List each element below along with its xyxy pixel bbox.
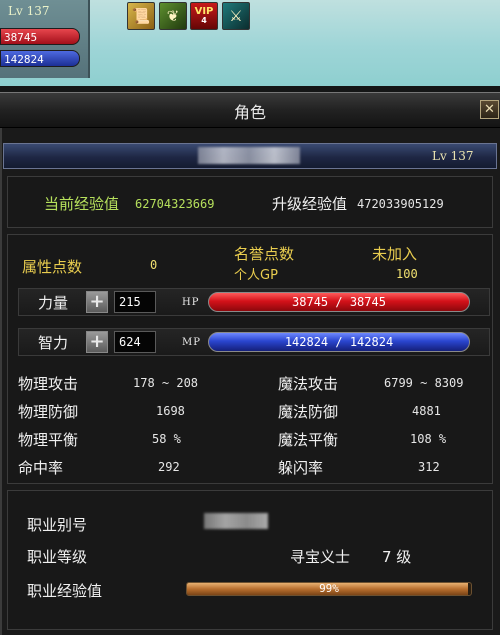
hud-hp-bar: 38745 — [0, 28, 80, 45]
stat-label: 躲闪率 — [278, 459, 324, 477]
stat-value: 292 — [158, 460, 180, 474]
attribute-points-value: 0 — [150, 258, 158, 272]
attribute-points-label: 属性点数 — [22, 258, 83, 276]
job-alias-label: 职业别号 — [27, 516, 88, 534]
hud-mp-bar: 142824 — [0, 50, 80, 67]
window-title: 角色 — [233, 103, 266, 122]
strength-plus-button[interactable]: + — [86, 291, 108, 313]
hud-level-text: Lv 137 — [8, 4, 50, 18]
strength-value: 215 — [114, 291, 156, 313]
job-level-label: 职业等级 — [27, 548, 88, 566]
stat-value: 178 ~ 208 — [133, 376, 199, 390]
character-level: Lv 137 — [432, 149, 474, 163]
next-exp-value: 472033905129 — [357, 197, 444, 211]
character-name-redacted — [198, 147, 300, 164]
intelligence-value: 624 — [114, 331, 156, 353]
stat-value: 1698 — [156, 404, 185, 418]
stat-label: 魔法攻击 — [278, 375, 339, 393]
stat-value: 108 % — [410, 432, 447, 446]
job-level-value: 7 级 — [382, 548, 412, 566]
job-name: 寻宝义士 — [290, 548, 351, 566]
sword-buff-icon[interactable]: ⚔ — [222, 2, 250, 30]
intelligence-label: 智力 — [38, 334, 69, 352]
stat-label: 魔法平衡 — [278, 431, 339, 449]
herb-buff-icon[interactable]: ❦ — [159, 2, 187, 30]
hp-bar: 38745 / 38745 — [208, 292, 470, 312]
current-exp-label: 当前经验值 — [44, 195, 120, 213]
mp-bar-label: MP — [182, 337, 201, 348]
job-alias-redacted — [204, 513, 268, 529]
hp-bar-label: HP — [182, 297, 200, 308]
stat-value: 4881 — [412, 404, 441, 418]
job-exp-percent: 99% — [319, 582, 339, 595]
honor-points-label: 名誉点数 — [234, 245, 295, 263]
stat-value: 6799 ~ 8309 — [384, 376, 464, 390]
personal-gp-label: 个人GP — [234, 268, 278, 283]
stat-label: 魔法防御 — [278, 403, 339, 421]
stat-value: 312 — [418, 460, 440, 474]
next-exp-label: 升级经验值 — [272, 195, 348, 213]
strength-label: 力量 — [38, 294, 69, 312]
stat-label: 物理平衡 — [18, 431, 79, 449]
current-exp-value: 62704323669 — [135, 197, 215, 211]
personal-gp-value: 100 — [396, 267, 418, 281]
intelligence-plus-button[interactable]: + — [86, 331, 108, 353]
honor-status: 未加入 — [372, 245, 418, 263]
stat-label: 命中率 — [18, 459, 64, 477]
vip-buff-icon[interactable]: VIP 4 — [190, 2, 218, 30]
stat-label: 物理攻击 — [18, 375, 79, 393]
close-button[interactable]: ✕ — [480, 100, 499, 119]
mp-bar: 142824 / 142824 — [208, 332, 470, 352]
vip-buff-level: 4 — [201, 16, 207, 25]
stat-label: 物理防御 — [18, 403, 79, 421]
job-exp-label: 职业经验值 — [27, 582, 103, 600]
scroll-buff-icon[interactable]: 📜 — [127, 2, 155, 30]
vip-buff-text: VIP — [194, 6, 214, 17]
stat-value: 58 % — [152, 432, 181, 446]
